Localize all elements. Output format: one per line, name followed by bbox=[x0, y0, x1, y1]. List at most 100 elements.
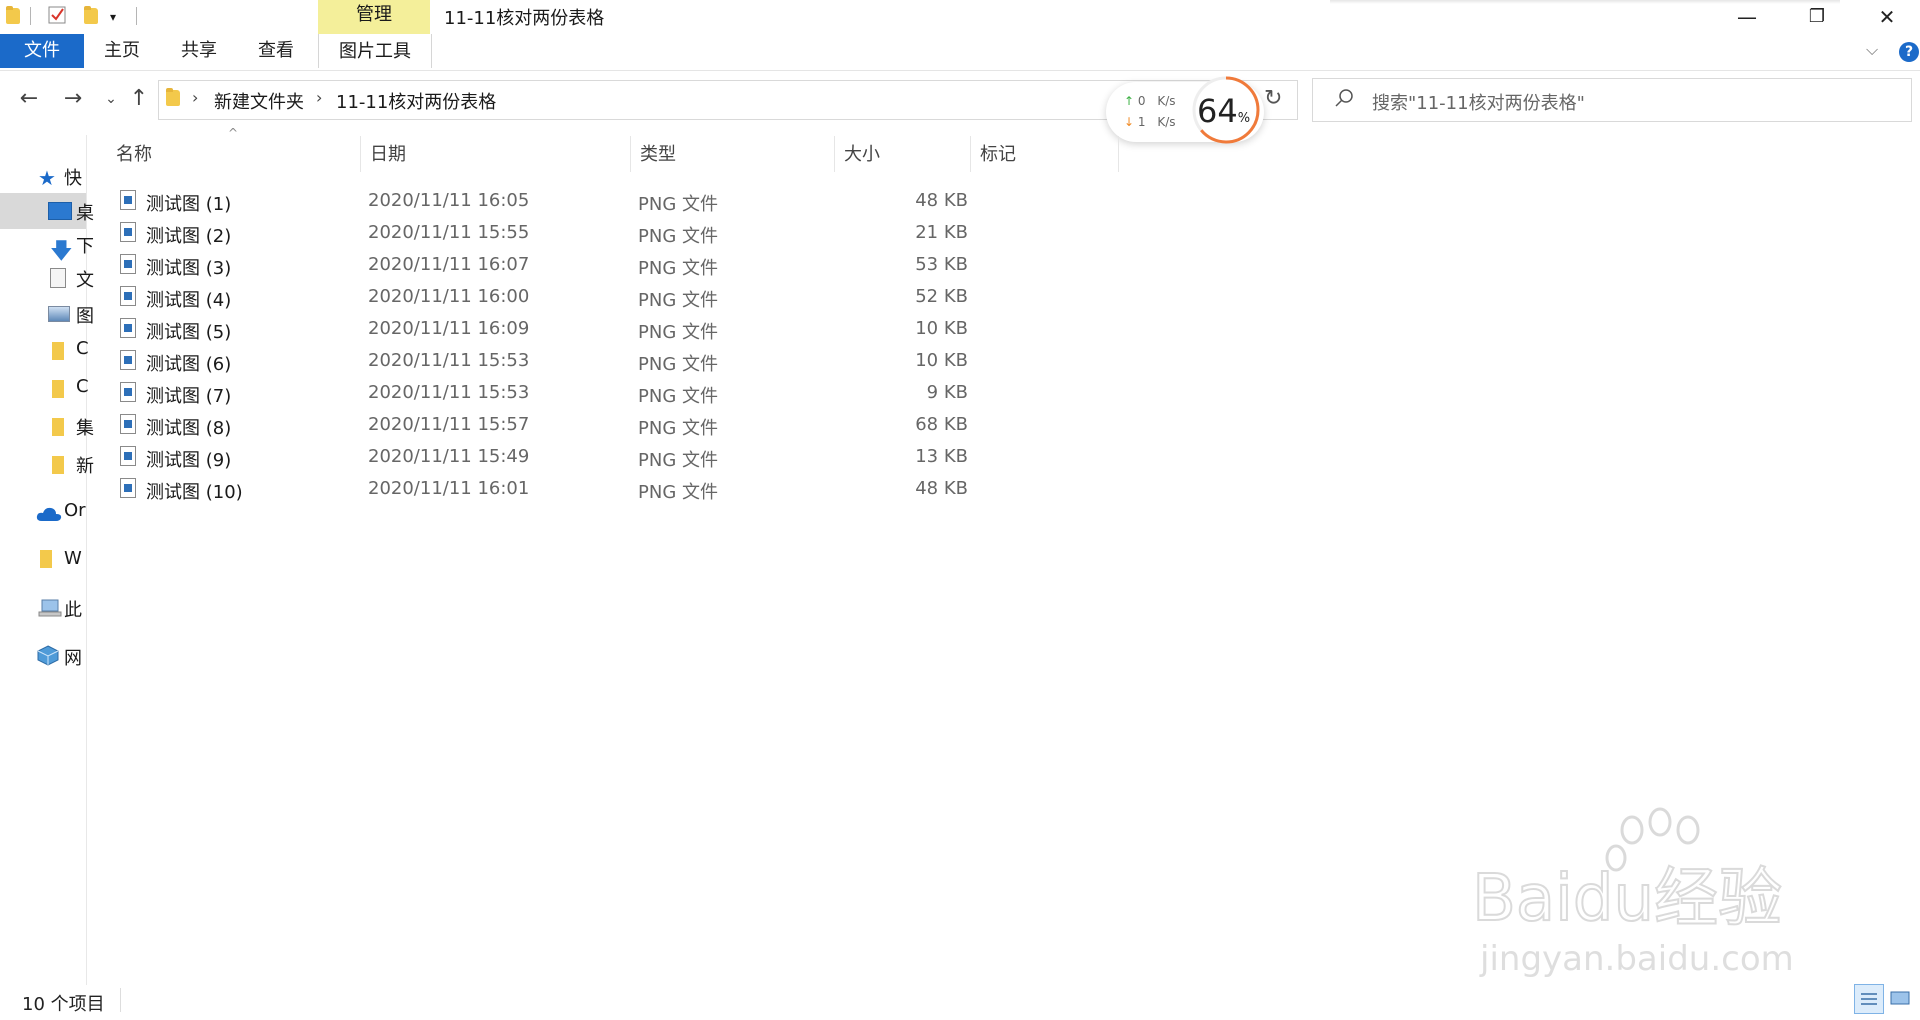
column-divider[interactable] bbox=[630, 136, 631, 172]
nav-folder-c1[interactable]: C bbox=[76, 338, 89, 359]
divider bbox=[136, 7, 137, 25]
png-file-icon bbox=[120, 446, 136, 466]
file-size: 21 KB bbox=[915, 222, 968, 243]
desktop-icon[interactable] bbox=[48, 202, 72, 220]
nav-folder-c2[interactable]: C bbox=[76, 376, 89, 397]
close-button[interactable]: ✕ bbox=[1852, 0, 1920, 34]
file-row[interactable]: 测试图 (6) 2020/11/11 15:53 PNG 文件 10 KB bbox=[112, 344, 1112, 376]
file-name: 测试图 (3) bbox=[146, 258, 232, 279]
file-row[interactable]: 测试图 (10) 2020/11/11 16:01 PNG 文件 48 KB bbox=[112, 472, 1112, 504]
star-icon[interactable]: ★ bbox=[38, 166, 56, 190]
help-icon[interactable]: ? bbox=[1899, 42, 1919, 62]
pictures-icon[interactable] bbox=[48, 306, 70, 322]
onedrive-icon[interactable] bbox=[36, 506, 62, 527]
file-name: 测试图 (5) bbox=[146, 322, 232, 343]
up-button[interactable]: ↑ bbox=[124, 84, 154, 114]
nav-w-folder[interactable]: W bbox=[64, 548, 82, 569]
download-unit: K/s bbox=[1157, 115, 1176, 129]
nav-folder-xin[interactable]: 新 bbox=[76, 452, 94, 478]
downloads-icon[interactable]: 🡇 bbox=[50, 234, 73, 272]
file-size: 53 KB bbox=[915, 254, 968, 275]
column-divider[interactable] bbox=[1118, 136, 1119, 172]
file-size: 10 KB bbox=[915, 318, 968, 339]
large-icons-view-button[interactable] bbox=[1886, 984, 1916, 1014]
window-title: 11-11核对两份表格 bbox=[444, 8, 605, 29]
nav-downloads[interactable]: 下 bbox=[76, 232, 94, 258]
file-row[interactable]: 测试图 (9) 2020/11/11 15:49 PNG 文件 13 KB bbox=[112, 440, 1112, 472]
folder-icon[interactable] bbox=[52, 456, 64, 474]
nav-quick-access[interactable]: 快 bbox=[64, 164, 82, 190]
nav-onedrive[interactable]: Or bbox=[64, 500, 86, 521]
customize-qat-icon[interactable]: ▾ bbox=[110, 10, 128, 28]
network-icon[interactable] bbox=[36, 644, 60, 671]
column-header-tags[interactable]: 标记 bbox=[980, 140, 1016, 166]
column-divider[interactable] bbox=[970, 136, 971, 172]
properties-icon[interactable] bbox=[48, 6, 66, 24]
folder-icon[interactable] bbox=[52, 418, 64, 436]
file-name: 测试图 (1) bbox=[146, 194, 232, 215]
png-file-icon bbox=[120, 190, 136, 210]
column-divider[interactable] bbox=[834, 136, 835, 172]
column-header-name[interactable]: 名称 bbox=[116, 140, 152, 166]
nav-desktop[interactable]: 桌 bbox=[76, 199, 94, 225]
breadcrumb-chevron-icon[interactable]: › bbox=[316, 88, 322, 107]
breadcrumb-item[interactable]: 11-11核对两份表格 bbox=[336, 88, 496, 114]
file-row[interactable]: 测试图 (8) 2020/11/11 15:57 PNG 文件 68 KB bbox=[112, 408, 1112, 440]
file-size: 10 KB bbox=[915, 350, 968, 371]
png-file-icon bbox=[120, 414, 136, 434]
folder-icon[interactable] bbox=[40, 550, 52, 568]
refresh-icon[interactable]: ↻ bbox=[1264, 86, 1282, 111]
tab-file[interactable]: 文件 bbox=[0, 34, 84, 68]
expand-ribbon-icon[interactable]: ⌵ bbox=[1866, 40, 1878, 60]
minimize-button[interactable]: — bbox=[1712, 0, 1782, 34]
tab-view[interactable]: 查看 bbox=[258, 34, 294, 68]
tab-share[interactable]: 共享 bbox=[181, 34, 217, 68]
file-row[interactable]: 测试图 (2) 2020/11/11 15:55 PNG 文件 21 KB bbox=[112, 216, 1112, 248]
upload-unit: K/s bbox=[1157, 94, 1176, 108]
documents-icon[interactable] bbox=[50, 268, 66, 288]
file-date: 2020/11/11 15:53 bbox=[368, 350, 530, 371]
tab-home[interactable]: 主页 bbox=[104, 34, 140, 68]
file-name: 测试图 (2) bbox=[146, 226, 232, 247]
png-file-icon bbox=[120, 222, 136, 242]
manage-tab[interactable]: 管理 bbox=[318, 0, 430, 34]
search-input[interactable]: 搜索"11-11核对两份表格" bbox=[1372, 89, 1585, 115]
file-row[interactable]: 测试图 (4) 2020/11/11 16:00 PNG 文件 52 KB bbox=[112, 280, 1112, 312]
file-row[interactable]: 测试图 (3) 2020/11/11 16:07 PNG 文件 53 KB bbox=[112, 248, 1112, 280]
search-icon bbox=[1334, 88, 1354, 113]
back-button[interactable]: ← bbox=[14, 84, 44, 114]
nav-documents[interactable]: 文 bbox=[76, 266, 94, 292]
file-name: 测试图 (10) bbox=[146, 482, 243, 503]
nav-this-pc[interactable]: 此 bbox=[64, 596, 82, 622]
breadcrumb-chevron-icon[interactable]: › bbox=[192, 88, 198, 107]
file-date: 2020/11/11 16:01 bbox=[368, 478, 530, 499]
new-folder-icon[interactable] bbox=[84, 6, 102, 24]
download-speed: ↓ 1 K/s bbox=[1124, 115, 1176, 129]
file-row[interactable]: 测试图 (7) 2020/11/11 15:53 PNG 文件 9 KB bbox=[112, 376, 1112, 408]
restore-button[interactable]: ❐ bbox=[1782, 0, 1852, 34]
this-pc-icon[interactable] bbox=[38, 598, 62, 623]
forward-button[interactable]: → bbox=[58, 84, 88, 114]
breadcrumb-item[interactable]: 新建文件夹 bbox=[214, 88, 304, 114]
file-type: PNG 文件 bbox=[638, 354, 718, 375]
details-view-button[interactable] bbox=[1854, 984, 1884, 1014]
file-size: 9 KB bbox=[926, 382, 968, 403]
folder-icon[interactable] bbox=[52, 342, 64, 360]
nav-pictures[interactable]: 图 bbox=[76, 302, 94, 328]
folder-icon bbox=[166, 88, 180, 106]
file-row[interactable]: 测试图 (5) 2020/11/11 16:09 PNG 文件 10 KB bbox=[112, 312, 1112, 344]
baidu-jingyan-watermark: Baidu经验jingyan.baidu.com bbox=[1472, 807, 1794, 979]
column-header-type[interactable]: 类型 bbox=[640, 140, 676, 166]
folder-icon[interactable] bbox=[52, 380, 64, 398]
column-header-size[interactable]: 大小 bbox=[844, 140, 880, 166]
folder-icon[interactable] bbox=[6, 6, 24, 24]
recent-locations-icon[interactable]: ⌄ bbox=[96, 84, 126, 114]
column-divider[interactable] bbox=[360, 136, 361, 172]
tab-picture-tools[interactable]: 图片工具 bbox=[318, 34, 432, 68]
nav-folder-ji[interactable]: 集 bbox=[76, 414, 94, 440]
column-header-date[interactable]: 日期 bbox=[370, 140, 406, 166]
file-size: 48 KB bbox=[915, 478, 968, 499]
file-row[interactable]: 测试图 (1) 2020/11/11 16:05 PNG 文件 48 KB bbox=[112, 184, 1112, 216]
nav-network[interactable]: 网 bbox=[64, 644, 82, 670]
file-type: PNG 文件 bbox=[638, 450, 718, 471]
